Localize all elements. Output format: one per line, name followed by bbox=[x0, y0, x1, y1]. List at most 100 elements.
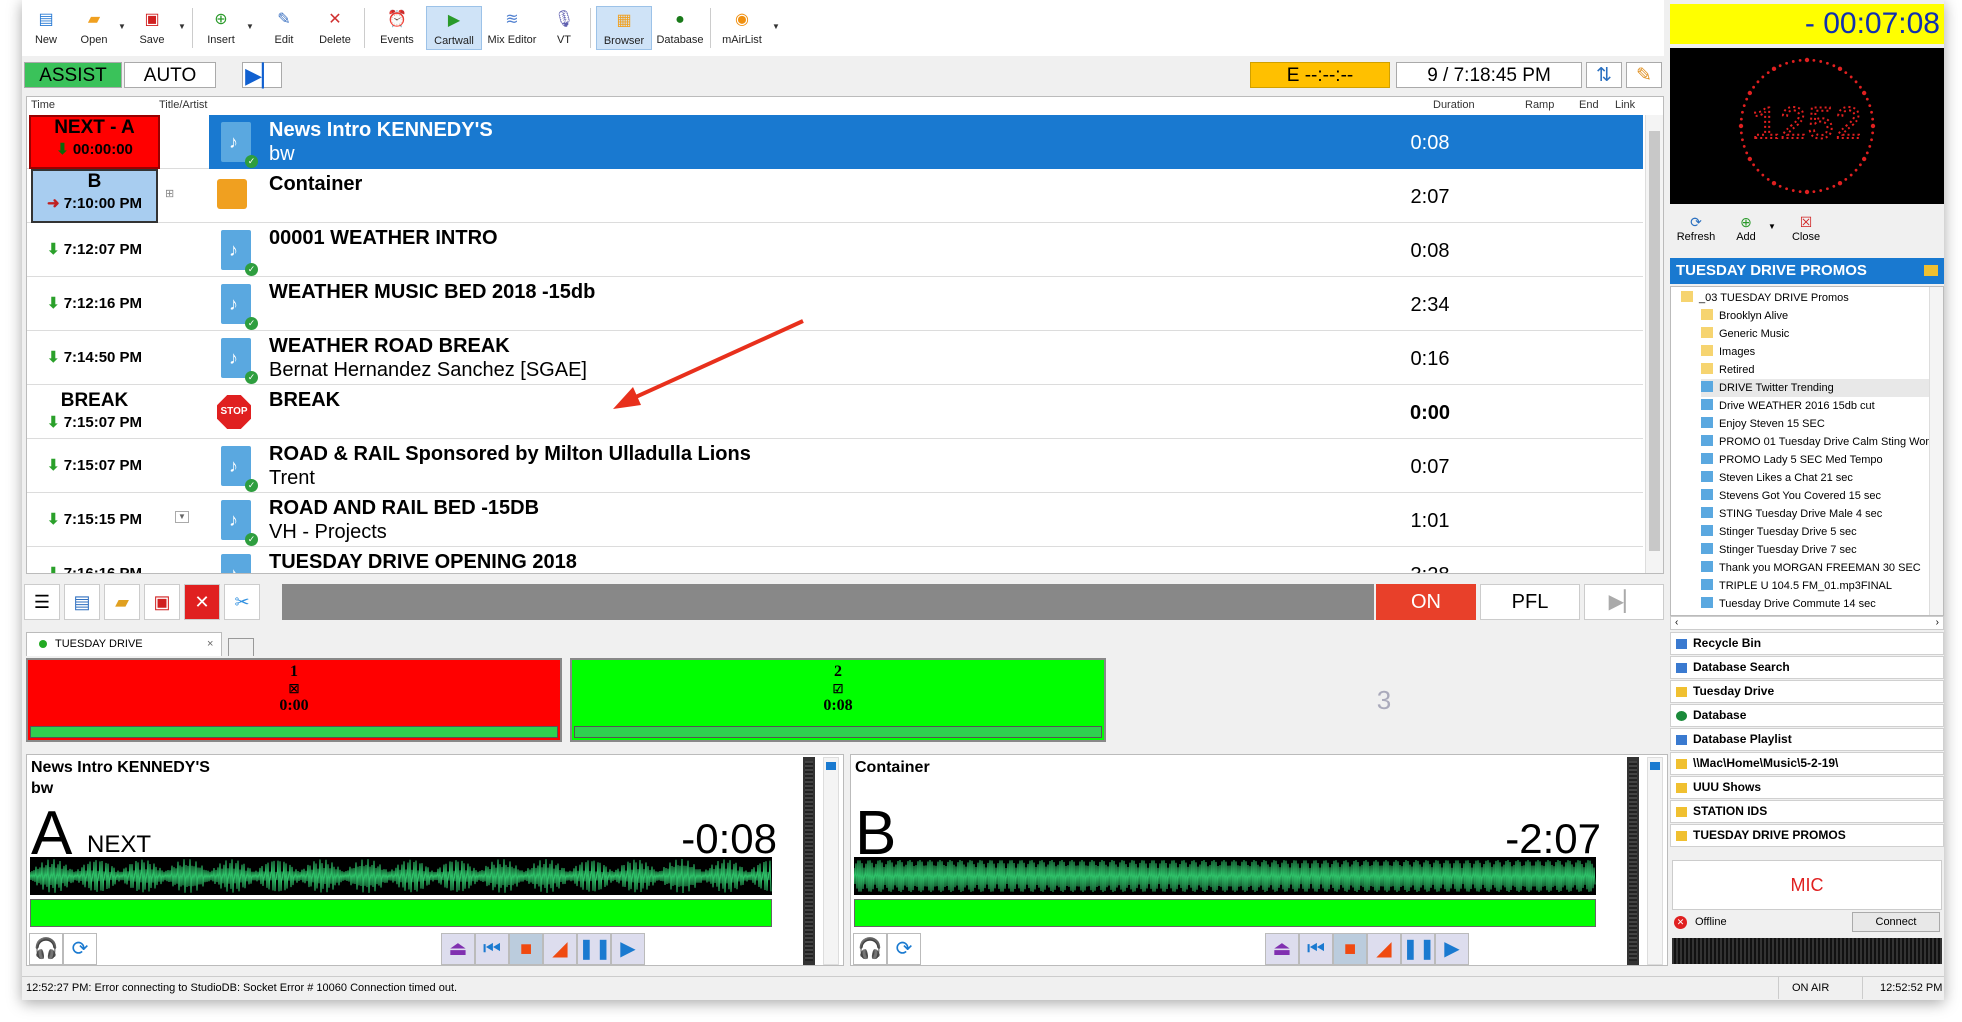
playlist-row[interactable]: BREAK ⬇ 7:15:07 PM STOP BREAK 0:00 bbox=[27, 385, 1643, 439]
cart-3[interactable]: 3 bbox=[1114, 658, 1654, 742]
playlist-scrollbar[interactable] bbox=[1645, 115, 1663, 573]
tree-file-item[interactable]: Steven Likes a Chat 21 sec bbox=[1701, 469, 1941, 487]
volume-thumb[interactable] bbox=[1650, 762, 1660, 770]
on-button[interactable]: ON bbox=[1376, 584, 1476, 620]
player-a-loop-button[interactable]: ⟳ bbox=[63, 933, 97, 965]
player-b-eject-button[interactable]: ⏏ bbox=[1265, 933, 1299, 965]
mic-button[interactable]: MIC bbox=[1672, 860, 1942, 910]
expand-toggle[interactable]: ⊞ bbox=[165, 187, 174, 200]
auto-mode-button[interactable]: AUTO bbox=[124, 62, 216, 88]
tree-folder-item[interactable]: ⊞ Brooklyn Alive bbox=[1701, 307, 1941, 325]
player-b-waveform[interactable] bbox=[854, 857, 1596, 895]
edit-pencil-button[interactable]: ✎ bbox=[1626, 62, 1662, 88]
playlist-row[interactable]: ⬇ 7:12:16 PM ✓ WEATHER MUSIC BED 2018 -1… bbox=[27, 277, 1643, 331]
new-playlist-button[interactable]: ▤ bbox=[64, 584, 100, 620]
playlist-row[interactable]: ⬇ 7:12:07 PM ✓ 00001 WEATHER INTRO 0:08 bbox=[27, 223, 1643, 277]
assist-mode-button[interactable]: ASSIST bbox=[24, 62, 122, 88]
tree-file-item[interactable]: Thank you MORGAN FREEMAN 30 SEC bbox=[1701, 559, 1941, 577]
dropdown-marker-icon[interactable]: ▼ bbox=[175, 511, 189, 523]
player-b-play-button[interactable]: ▶ bbox=[1435, 933, 1469, 965]
column-header-ramp[interactable]: Ramp bbox=[1525, 99, 1554, 111]
player-a-rewind-button[interactable]: ⏮ bbox=[475, 933, 509, 965]
tree-horizontal-scrollbar[interactable]: ‹ › bbox=[1670, 616, 1944, 630]
tree-file-item[interactable]: TRIPLE U 104.5 FM_01.mp3FINAL bbox=[1701, 577, 1941, 595]
mix-editor-button[interactable]: ≋ Mix Editor bbox=[484, 6, 540, 50]
player-a-pause-button[interactable]: ❚❚ bbox=[577, 933, 612, 965]
new-tab-button[interactable] bbox=[228, 638, 254, 656]
database-button[interactable]: ● Database bbox=[654, 6, 706, 50]
browser-section-item[interactable]: Database bbox=[1670, 704, 1944, 727]
close-button[interactable]: ☒ Close bbox=[1786, 214, 1826, 243]
tree-folder-item[interactable]: ⊞ Images bbox=[1701, 343, 1941, 361]
browser-section-item[interactable]: TUESDAY DRIVE PROMOS bbox=[1670, 824, 1944, 847]
browser-section-item[interactable]: UUU Shows bbox=[1670, 776, 1944, 799]
column-header-title[interactable]: Title/Artist bbox=[159, 99, 208, 111]
open-playlist-button[interactable]: ▰ bbox=[104, 584, 140, 620]
browser-button[interactable]: ▦ Browser bbox=[596, 6, 652, 50]
browser-section-item[interactable]: Tuesday Drive bbox=[1670, 680, 1944, 703]
player-b-volume-slider[interactable] bbox=[1647, 757, 1663, 965]
player-b-headphone-button[interactable]: 🎧 bbox=[853, 933, 887, 965]
tree-file-item[interactable]: Stevens Got You Covered 15 sec bbox=[1701, 487, 1941, 505]
save-button[interactable]: ▣ Save bbox=[130, 6, 174, 50]
cartwall-tab[interactable]: TUESDAY DRIVE × bbox=[26, 632, 222, 656]
save-dropdown-caret[interactable]: ▼ bbox=[178, 22, 186, 31]
tree-file-item[interactable]: Drive WEATHER 2016 15db cut bbox=[1701, 397, 1941, 415]
add-button[interactable]: ⊕ Add bbox=[1726, 214, 1766, 243]
playlist-row[interactable]: ⬇ 7:15:15 PM ▼ ✓ ROAD AND RAIL BED -15DB… bbox=[27, 493, 1643, 547]
connect-button[interactable]: Connect bbox=[1852, 912, 1940, 932]
open-button[interactable]: ▰ Open bbox=[72, 6, 116, 50]
column-header-end[interactable]: End bbox=[1579, 99, 1599, 111]
playlist-row[interactable]: ⬇ 7:14:50 PM ✓ WEATHER ROAD BREAK Bernat… bbox=[27, 331, 1643, 385]
close-tab-icon[interactable]: × bbox=[207, 633, 213, 655]
column-header-duration[interactable]: Duration bbox=[1433, 99, 1475, 111]
playlist-row[interactable]: ⬇ 7:15:07 PM ✓ ROAD & RAIL Sponsored by … bbox=[27, 439, 1643, 493]
cart-1[interactable]: 1 ☒ 0:00 bbox=[26, 658, 562, 742]
browser-section-item[interactable]: \\Mac\Home\Music\5-2-19\ bbox=[1670, 752, 1944, 775]
tree-file-item[interactable]: Stinger Tuesday Drive 5 sec bbox=[1701, 523, 1941, 541]
player-a-play-button[interactable]: ▶ bbox=[611, 933, 645, 965]
add-dropdown-caret[interactable]: ▼ bbox=[1768, 222, 1776, 231]
player-b-pause-button[interactable]: ❚❚ bbox=[1401, 933, 1436, 965]
column-header-link[interactable]: Link bbox=[1615, 99, 1635, 111]
sort-button[interactable]: ⇅ bbox=[1586, 62, 1622, 88]
player-b-stop-button[interactable]: ■ bbox=[1333, 933, 1367, 965]
open-dropdown-caret[interactable]: ▼ bbox=[118, 22, 126, 31]
pfl-button[interactable]: PFL bbox=[1480, 584, 1580, 620]
player-a-headphone-button[interactable]: 🎧 bbox=[29, 933, 63, 965]
playlist-row[interactable]: B ➜ 7:10:00 PM ⊞ Container 2:07 bbox=[27, 169, 1643, 223]
player-b-rewind-button[interactable]: ⏮ bbox=[1299, 933, 1333, 965]
new-button[interactable]: ▤ New bbox=[26, 6, 66, 50]
tree-file-item[interactable]: STING Tuesday Drive Male 4 sec bbox=[1701, 505, 1941, 523]
next-track-button[interactable]: ▶▏ bbox=[1584, 584, 1664, 620]
insert-button[interactable]: ⊕ Insert bbox=[198, 6, 244, 50]
browser-section-item[interactable]: Database Search bbox=[1670, 656, 1944, 679]
tree-file-item[interactable]: PROMO Lady 5 SEC Med Tempo bbox=[1701, 451, 1941, 469]
save-playlist-button[interactable]: ▣ bbox=[144, 584, 180, 620]
delete-button[interactable]: ✕ Delete bbox=[310, 6, 360, 50]
player-a-fade-button[interactable]: ◢ bbox=[543, 933, 577, 965]
cartwall-button[interactable]: ▶ Cartwall bbox=[426, 6, 482, 50]
tree-folder-item[interactable]: ⊞ Generic Music bbox=[1701, 325, 1941, 343]
insert-dropdown-caret[interactable]: ▼ bbox=[246, 22, 254, 31]
tree-file-item[interactable]: DRIVE Twitter Trending bbox=[1701, 379, 1941, 397]
scrollbar-thumb[interactable] bbox=[1649, 131, 1660, 551]
tree-file-item[interactable]: Stinger Tuesday Drive 7 sec bbox=[1701, 541, 1941, 559]
cart-2[interactable]: 2 ☑ 0:08 bbox=[570, 658, 1106, 742]
tree-scrollbar[interactable] bbox=[1929, 287, 1943, 615]
player-a-waveform[interactable] bbox=[30, 857, 772, 895]
edit-button[interactable]: ✎ Edit bbox=[262, 6, 306, 50]
player-a-stop-button[interactable]: ■ bbox=[509, 933, 543, 965]
vt-button[interactable]: 🎙 VT bbox=[544, 6, 584, 50]
tree-folder-item[interactable]: ⊞ Retired bbox=[1701, 361, 1941, 379]
browser-section-item[interactable]: Recycle Bin bbox=[1670, 632, 1944, 655]
refresh-button[interactable]: ⟳ Refresh bbox=[1674, 214, 1718, 243]
events-button[interactable]: ⏰ Events bbox=[374, 6, 420, 50]
tree-folder-item[interactable]: _03 TUESDAY DRIVE Promos bbox=[1681, 289, 1921, 307]
player-a-eject-button[interactable]: ⏏ bbox=[441, 933, 475, 965]
volume-thumb[interactable] bbox=[826, 762, 836, 770]
column-header-time[interactable]: Time bbox=[31, 99, 55, 111]
playlist-row[interactable]: ⬇ 7:16:16 PM TUESDAY DRIVE OPENING 2018 … bbox=[27, 547, 1643, 573]
menu-button[interactable]: ☰ bbox=[24, 584, 60, 620]
tools-button[interactable]: ✂ bbox=[224, 584, 260, 620]
